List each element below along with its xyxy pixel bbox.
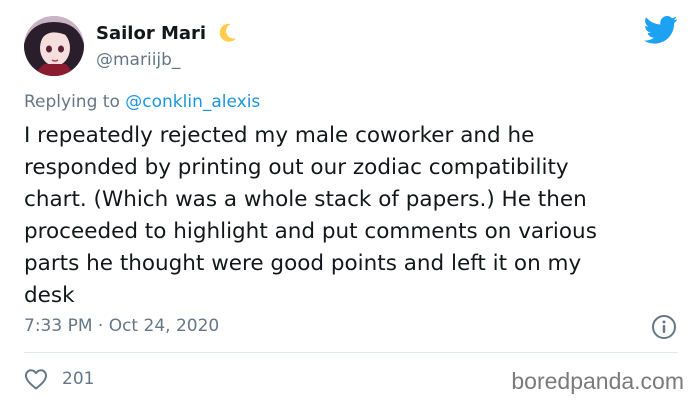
tweet-card: Sailor Mari @mariijb_ Replying to @conkl… xyxy=(0,0,700,406)
tweet-text: I repeatedly rejected my male coworker a… xyxy=(24,123,597,308)
crescent-moon-icon xyxy=(216,22,238,44)
reply-mention-link[interactable]: @conklin_alexis xyxy=(125,92,260,112)
display-name[interactable]: Sailor Mari xyxy=(96,23,206,44)
replying-to: Replying to @conklin_alexis xyxy=(24,92,260,112)
watermark: boredpanda.com xyxy=(511,368,684,394)
like-count: 201 xyxy=(62,369,95,389)
author-name-row[interactable]: Sailor Mari xyxy=(96,22,238,44)
tweet-timestamp[interactable]: 7:33 PM · Oct 24, 2020 xyxy=(24,316,219,336)
replying-prefix: Replying to xyxy=(24,92,126,112)
avatar[interactable] xyxy=(24,16,84,76)
like-button[interactable]: 201 xyxy=(24,368,94,390)
twitter-bird-icon[interactable] xyxy=(644,15,678,45)
author-handle[interactable]: @mariijb_ xyxy=(96,50,180,70)
avatar-image xyxy=(24,16,84,76)
divider xyxy=(24,352,678,353)
heart-icon xyxy=(25,369,47,390)
info-icon[interactable] xyxy=(651,314,677,340)
